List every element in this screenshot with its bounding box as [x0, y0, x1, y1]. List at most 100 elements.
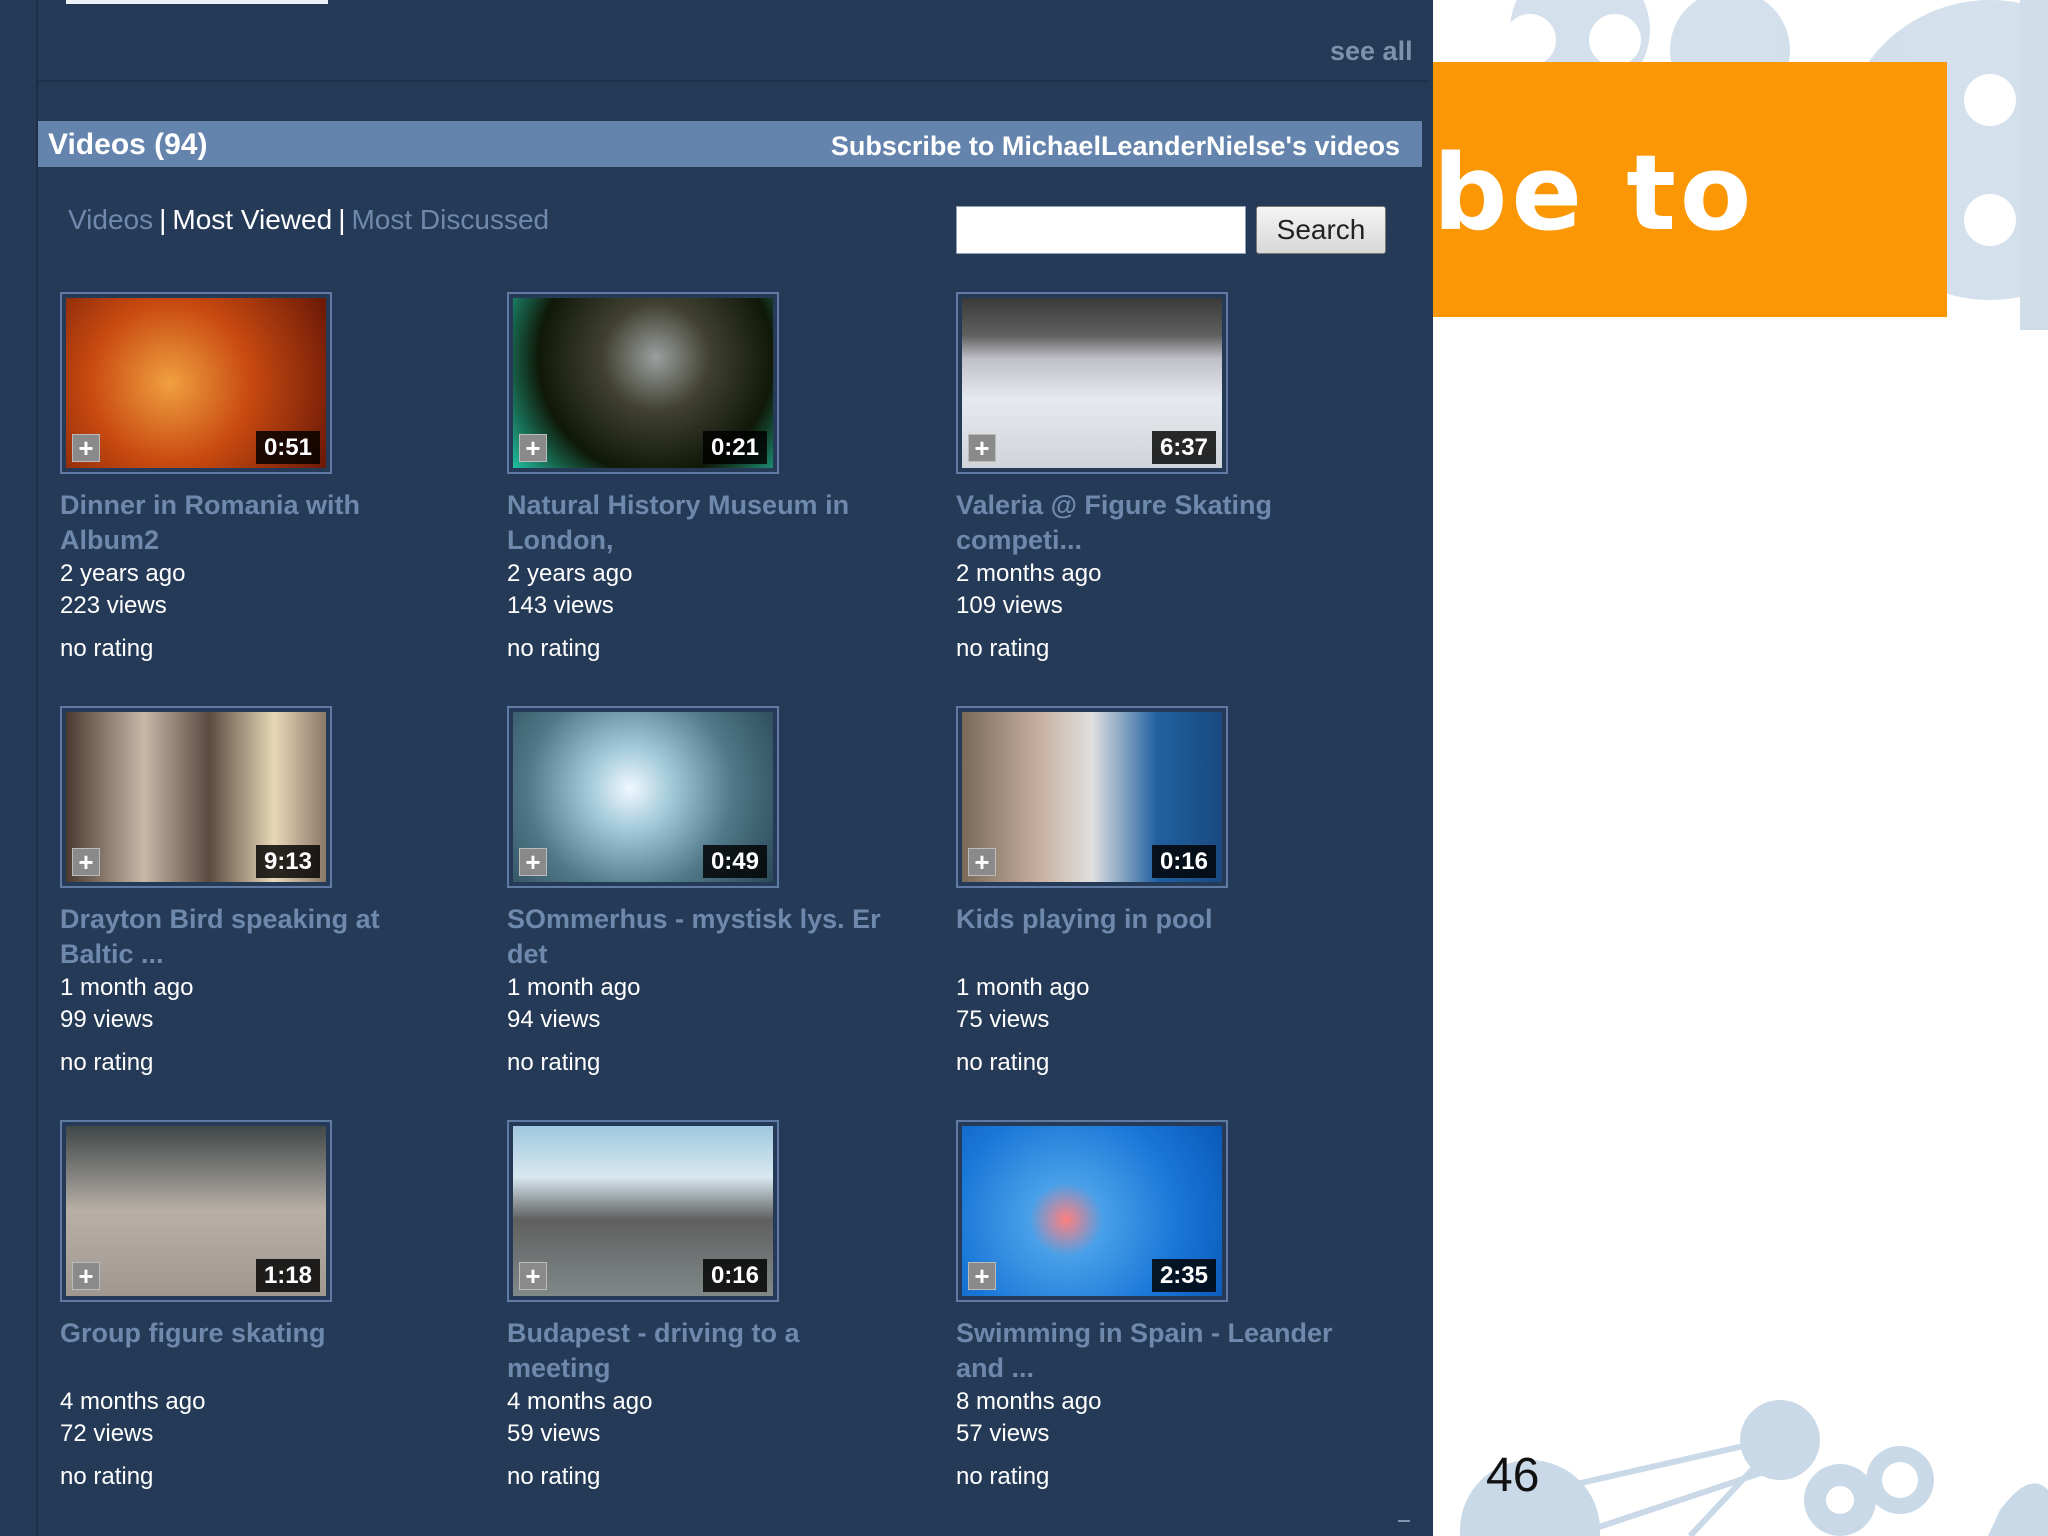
video-rating: no rating — [60, 635, 154, 662]
video-rating: no rating — [60, 1049, 154, 1076]
plus-icon[interactable]: + — [968, 848, 996, 876]
slide-title-text: be to — [1433, 132, 1756, 254]
video-upload-age: 2 months ago — [956, 560, 1102, 587]
video-upload-age: 1 month ago — [507, 974, 641, 1001]
video-thumbnail[interactable]: +0:51 — [60, 292, 332, 474]
plus-icon[interactable]: + — [72, 1262, 100, 1290]
slide-title-banner: be to — [1433, 62, 1947, 317]
video-title-link[interactable]: Drayton Bird speaking at Baltic ... — [60, 902, 460, 972]
video-title-link[interactable]: SOmmerhus - mystisk lys. Er det — [507, 902, 907, 972]
tab-most-viewed[interactable]: Most Viewed — [172, 204, 332, 235]
video-rating: no rating — [507, 1049, 601, 1076]
video-view-count: 75 views — [956, 1006, 1050, 1033]
video-view-count: 57 views — [956, 1420, 1050, 1447]
video-view-count: 223 views — [60, 592, 167, 619]
video-upload-age: 2 years ago — [60, 560, 186, 587]
thumbnail-image[interactable]: +6:37 — [962, 298, 1222, 468]
video-thumbnail[interactable]: +0:16 — [507, 1120, 779, 1302]
search-button[interactable]: Search — [1256, 206, 1386, 254]
video-upload-age: 2 years ago — [507, 560, 633, 587]
tab-most-discussed[interactable]: Most Discussed — [351, 204, 549, 235]
video-title-link[interactable]: Kids playing in pool — [956, 902, 1356, 937]
video-card: +9:13 Drayton Bird speaking at Baltic ...… — [60, 706, 480, 1106]
channel-videos-panel: see all Videos (94) Subscribe to Michael… — [0, 0, 1433, 1536]
video-card: +0:49 SOmmerhus - mystisk lys. Er det 1 mo… — [507, 706, 927, 1106]
video-view-count: 59 views — [507, 1420, 601, 1447]
video-thumbnail[interactable]: +2:35 — [956, 1120, 1228, 1302]
see-all-link[interactable]: see all — [1330, 36, 1413, 67]
thumbnail-image[interactable]: +0:21 — [513, 298, 773, 468]
video-card: +0:51 Dinner in Romania with Album2 2 year… — [60, 292, 480, 692]
thumbnail-image[interactable]: +2:35 — [962, 1126, 1222, 1296]
thumbnail-image[interactable]: +9:13 — [66, 712, 326, 882]
videos-count-title: Videos (94) — [48, 128, 208, 161]
video-title-link[interactable]: Valeria @ Figure Skating competi... — [956, 488, 1356, 558]
video-card: +2:35 Swimming in Spain - Leander and ...… — [956, 1120, 1376, 1520]
video-view-count: 109 views — [956, 592, 1063, 619]
thumbnail-image[interactable]: +1:18 — [66, 1126, 326, 1296]
video-upload-age: 4 months ago — [507, 1388, 653, 1415]
thumbnail-image[interactable]: +0:49 — [513, 712, 773, 882]
video-upload-age: 8 months ago — [956, 1388, 1102, 1415]
video-duration: 0:51 — [255, 431, 320, 464]
top-input-remnant — [66, 0, 328, 4]
video-rating: no rating — [507, 1463, 601, 1490]
video-rating: no rating — [60, 1463, 154, 1490]
thumbnail-image[interactable]: +0:51 — [66, 298, 326, 468]
plus-icon[interactable]: + — [519, 848, 547, 876]
video-duration: 0:21 — [702, 431, 767, 464]
video-title-link[interactable]: Natural History Museum in London, — [507, 488, 907, 558]
video-search-input[interactable] — [956, 206, 1246, 254]
thumbnail-image[interactable]: +0:16 — [962, 712, 1222, 882]
slide-page-number: 46 — [1486, 1449, 1540, 1502]
plus-icon[interactable]: + — [72, 848, 100, 876]
video-duration: 2:35 — [1151, 1259, 1216, 1292]
video-duration: 0:49 — [702, 845, 767, 878]
video-duration: 1:18 — [255, 1259, 320, 1292]
video-thumbnail[interactable]: +0:21 — [507, 292, 779, 474]
plus-icon[interactable]: + — [968, 434, 996, 462]
tab-separator: | — [159, 204, 167, 235]
video-title-link[interactable]: Swimming in Spain - Leander and ... — [956, 1316, 1356, 1386]
resize-handle[interactable] — [1398, 1520, 1410, 1526]
video-rating: no rating — [956, 1463, 1050, 1490]
section-divider — [38, 80, 1430, 82]
video-duration: 0:16 — [702, 1259, 767, 1292]
video-thumbnail[interactable]: +6:37 — [956, 292, 1228, 474]
video-card: +0:16 Kids playing in pool 1 month ago 75 v… — [956, 706, 1376, 1106]
video-title-link[interactable]: Dinner in Romania with Album2 — [60, 488, 460, 558]
video-card: +1:18 Group figure skating 4 months ago 72 … — [60, 1120, 480, 1520]
video-thumbnail[interactable]: +1:18 — [60, 1120, 332, 1302]
video-thumbnail[interactable]: +0:16 — [956, 706, 1228, 888]
video-card: +0:16 Budapest - driving to a meeting 4 mo… — [507, 1120, 927, 1520]
video-rating: no rating — [956, 635, 1050, 662]
video-view-count: 99 views — [60, 1006, 154, 1033]
video-thumbnail[interactable]: +9:13 — [60, 706, 332, 888]
thumbnail-image[interactable]: +0:16 — [513, 1126, 773, 1296]
subscribe-link[interactable]: Subscribe to MichaelLeanderNielse's vide… — [831, 131, 1400, 162]
video-duration: 9:13 — [255, 845, 320, 878]
video-view-count: 72 views — [60, 1420, 154, 1447]
video-duration: 6:37 — [1151, 431, 1216, 464]
video-card: +6:37 Valeria @ Figure Skating competi...… — [956, 292, 1376, 692]
videos-header-bar: Videos (94) Subscribe to MichaelLeanderN… — [38, 121, 1422, 167]
video-rating: no rating — [507, 635, 601, 662]
tab-separator: | — [338, 204, 346, 235]
video-card: +0:21 Natural History Museum in London, 2 … — [507, 292, 927, 692]
video-upload-age: 1 month ago — [60, 974, 194, 1001]
plus-icon[interactable]: + — [519, 1262, 547, 1290]
video-title-link[interactable]: Group figure skating — [60, 1316, 460, 1351]
video-upload-age: 4 months ago — [60, 1388, 206, 1415]
tab-videos[interactable]: Videos — [68, 204, 153, 235]
plus-icon[interactable]: + — [968, 1262, 996, 1290]
video-view-count: 94 views — [507, 1006, 601, 1033]
video-view-count: 143 views — [507, 592, 614, 619]
video-rating: no rating — [956, 1049, 1050, 1076]
video-filter-tabs: Videos | Most Viewed | Most Discussed — [68, 204, 549, 236]
video-upload-age: 1 month ago — [956, 974, 1090, 1001]
video-title-link[interactable]: Budapest - driving to a meeting — [507, 1316, 907, 1386]
video-duration: 0:16 — [1151, 845, 1216, 878]
plus-icon[interactable]: + — [72, 434, 100, 462]
video-thumbnail[interactable]: +0:49 — [507, 706, 779, 888]
plus-icon[interactable]: + — [519, 434, 547, 462]
